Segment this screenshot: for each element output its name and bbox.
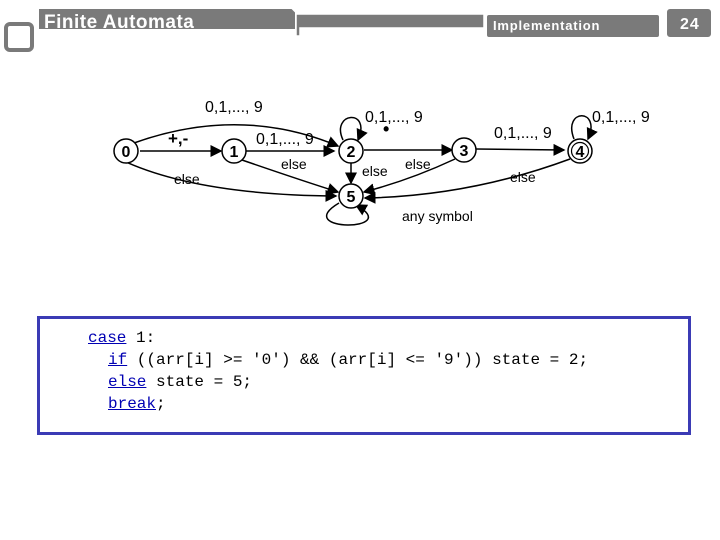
state-3-label: 3 xyxy=(460,143,469,160)
label-digits-2-2: 0,1,..., 9 xyxy=(365,109,423,126)
label-else-0: else xyxy=(174,171,200,187)
label-digits-0-2: 0,1,..., 9 xyxy=(205,99,263,116)
label-digits-1-2: 0,1,..., 9 xyxy=(256,131,314,148)
code-block: case 1: if ((arr[i] >= '0') && (arr[i] <=… xyxy=(88,327,588,415)
code-line-break: break; xyxy=(88,393,588,415)
code-else-rest: state = 5; xyxy=(146,373,253,391)
keyword-case: case xyxy=(88,329,127,347)
code-line-if: if ((arr[i] >= '0') && (arr[i] <= '9')) … xyxy=(88,349,588,371)
label-else-1: else xyxy=(281,156,307,172)
code-box: case 1: if ((arr[i] >= '0') && (arr[i] <=… xyxy=(37,316,691,435)
label-else-3: else xyxy=(405,156,431,172)
edge-4-5 xyxy=(363,158,571,204)
edge-2-2 xyxy=(339,116,368,142)
label-else-2: else xyxy=(362,163,388,179)
code-case-rest: 1: xyxy=(126,329,156,347)
keyword-break: break xyxy=(108,395,157,413)
state-2-label: 2 xyxy=(347,144,356,161)
edge-4-4 xyxy=(571,115,598,141)
automaton-diagram: 0 1 2 3 4 5 +,- 0,1,..., 9 0,1,..., 9 0,… xyxy=(113,99,650,226)
label-digits-3-4: 0,1,..., 9 xyxy=(494,125,552,142)
label-sign: +,- xyxy=(168,129,188,148)
label-any-symbol: any symbol xyxy=(402,208,473,224)
label-digits-4-4: 0,1,..., 9 xyxy=(592,109,650,126)
code-if-rest: ((arr[i] >= '0') && (arr[i] <= '9')) sta… xyxy=(127,351,589,369)
state-1-label: 1 xyxy=(230,144,239,161)
state-5-label: 5 xyxy=(347,189,356,206)
edge-3-4 xyxy=(475,143,566,156)
keyword-else: else xyxy=(108,373,147,391)
code-break-rest: ; xyxy=(156,395,166,413)
code-line-case: case 1: xyxy=(88,327,588,349)
state-4-label: 4 xyxy=(576,144,585,161)
label-dot: • xyxy=(383,119,389,139)
state-0-label: 0 xyxy=(122,144,131,161)
keyword-if: if xyxy=(108,351,128,369)
code-line-else: else state = 5; xyxy=(88,371,588,393)
label-else-4: else xyxy=(510,169,536,185)
